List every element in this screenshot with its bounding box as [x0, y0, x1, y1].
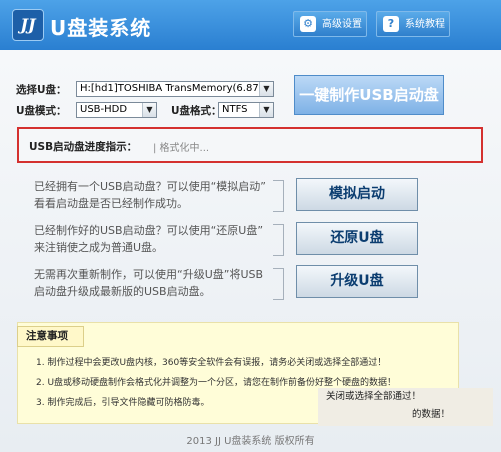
select-usb-label: 选择U盘： — [16, 84, 67, 96]
select-usb-value: H:[hd1]TOSHIBA TransMemory(6.87G — [80, 83, 267, 94]
restore-usb-button[interactable]: 还原U盘 — [296, 222, 418, 255]
divider — [273, 268, 284, 300]
note-item: 2. U盘或移动硬盘制作会格式化并调整为一个分区，请您在制作前备份好整个硬盘的数… — [36, 378, 397, 388]
advanced-settings-label: 高级设置 — [322, 19, 362, 30]
usb-format-dropdown[interactable]: NTFS ▼ — [218, 102, 274, 118]
usb-config-panel: 选择U盘： H:[hd1]TOSHIBA TransMemory(6.87G ▼… — [16, 67, 484, 119]
gear-icon: ⚙ — [300, 16, 316, 32]
progress-indicator: USB启动盘进度指示： | 格式化中... — [17, 127, 483, 163]
restore-desc-line1: 已经制作好的USB启动盘？可以使用“还原U盘” — [34, 224, 264, 237]
progress-label: USB启动盘进度指示： — [29, 141, 138, 153]
divider — [273, 180, 284, 212]
tooltip-line1: 关闭或选择全部通过！ — [326, 391, 422, 402]
system-tutorial-label: 系统教程 — [405, 19, 445, 30]
chevron-down-icon: ▼ — [259, 82, 273, 96]
progress-status: | 格式化中... — [153, 143, 210, 154]
title-bar: JJ U盘装系统 ⚙ 高级设置 ? 系统教程 — [0, 0, 501, 50]
usb-mode-label: U盘模式： — [16, 105, 67, 117]
tooltip-line2: 的数据！ — [412, 409, 451, 420]
system-tutorial-button[interactable]: ? 系统教程 — [376, 11, 450, 37]
tooltip-overlay: 关闭或选择全部通过！ 的数据！ — [318, 388, 493, 426]
help-icon: ? — [383, 16, 399, 32]
upgrade-desc-line1: 无需再次重新制作，可以使用“升级U盘”将USB — [34, 268, 264, 281]
upgrade-usb-button[interactable]: 升级U盘 — [296, 265, 418, 298]
usb-format-value: NTFS — [222, 104, 248, 115]
select-usb-dropdown[interactable]: H:[hd1]TOSHIBA TransMemory(6.87G ▼ — [76, 81, 274, 97]
create-usb-boot-button[interactable]: 一键制作USB启动盘 — [294, 75, 444, 115]
usb-format-label: U盘格式： — [171, 105, 222, 117]
main-panel: 选择U盘： H:[hd1]TOSHIBA TransMemory(6.87G ▼… — [0, 50, 501, 452]
usb-mode-dropdown[interactable]: USB-HDD ▼ — [76, 102, 157, 118]
simulate-description: 已经拥有一个USB启动盘？可以使用“模拟启动” 看看启动盘是否已经制作成功。 — [34, 178, 270, 212]
restore-description: 已经制作好的USB启动盘？可以使用“还原U盘” 来注销使之成为普通U盘。 — [34, 222, 270, 256]
simulate-desc-line2: 看看启动盘是否已经制作成功。 — [34, 197, 188, 210]
note-item: 3. 制作完成后，引导文件隐藏可防格防毒。 — [36, 398, 210, 408]
chevron-down-icon: ▼ — [259, 103, 273, 117]
restore-desc-line2: 来注销使之成为普通U盘。 — [34, 241, 164, 254]
usb-mode-value: USB-HDD — [80, 104, 128, 115]
note-item: 1. 制作过程中会更改U盘内核，360等安全软件会有误报，请务必关闭或选择全部通… — [36, 358, 387, 368]
app-logo: JJ — [12, 9, 44, 41]
copyright-footer: 2013 JJ U盘装系统 版权所有 — [186, 436, 315, 447]
simulate-desc-line1: 已经拥有一个USB启动盘？可以使用“模拟启动” — [34, 180, 266, 193]
notes-title: 注意事项 — [17, 326, 84, 347]
upgrade-desc-line2: 启动盘升级成最新版的USB启动盘。 — [34, 285, 211, 298]
advanced-settings-button[interactable]: ⚙ 高级设置 — [293, 11, 367, 37]
chevron-down-icon: ▼ — [142, 103, 156, 117]
divider — [273, 224, 284, 256]
app-title: U盘装系统 — [50, 16, 152, 40]
simulate-boot-button[interactable]: 模拟启动 — [296, 178, 418, 211]
upgrade-description: 无需再次重新制作，可以使用“升级U盘”将USB 启动盘升级成最新版的USB启动盘… — [34, 266, 270, 300]
